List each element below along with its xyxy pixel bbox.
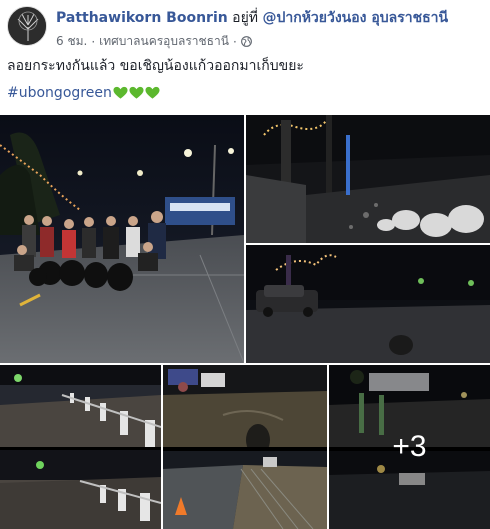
green-heart-icon (145, 86, 160, 100)
place-link[interactable]: @ปากห้วยวังนอง อุบลราชธานี (262, 10, 448, 26)
green-heart-icon (129, 86, 144, 100)
photo-car-night[interactable] (246, 245, 490, 363)
post-body-text: ลอยกระทงกันแล้ว ขอเชิญน้องแก้วออกมาเก็บข… (7, 58, 304, 74)
photo-grass-shadow[interactable] (163, 365, 327, 529)
photo-more[interactable]: +3 (329, 365, 490, 529)
post-time[interactable]: 6 ชม. (56, 32, 87, 51)
more-photos-overlay[interactable]: +3 (329, 365, 490, 529)
location-link[interactable]: เทศบาลนครอุบลราชธานี (99, 32, 229, 51)
avatar[interactable] (7, 6, 47, 46)
photo-riverside-trash[interactable] (246, 115, 490, 243)
post-card: Patthawikorn Boonrin อยู่ที่ @ปากห้วยวัง… (0, 0, 490, 529)
green-heart-icon (113, 86, 128, 100)
photo-group-cleanup[interactable] (0, 115, 244, 363)
post-meta: 6 ชม. · เทศบาลนครอุบลราชธานี · (56, 32, 252, 51)
meta-separator: · (91, 34, 96, 49)
post-header: Patthawikorn Boonrin อยู่ที่ @ปากห้วยวัง… (56, 7, 448, 29)
more-photos-count: +3 (392, 430, 427, 463)
author-name[interactable]: Patthawikorn Boonrin (56, 10, 228, 26)
hashtag-link[interactable]: #ubongogreen (7, 85, 112, 101)
meta-separator: · (232, 34, 237, 49)
hashtag-line: #ubongogreen (7, 85, 160, 101)
globe-icon[interactable] (240, 36, 252, 47)
photo-riverside-fence[interactable] (0, 365, 161, 529)
at-label: อยู่ที่ (232, 10, 259, 26)
